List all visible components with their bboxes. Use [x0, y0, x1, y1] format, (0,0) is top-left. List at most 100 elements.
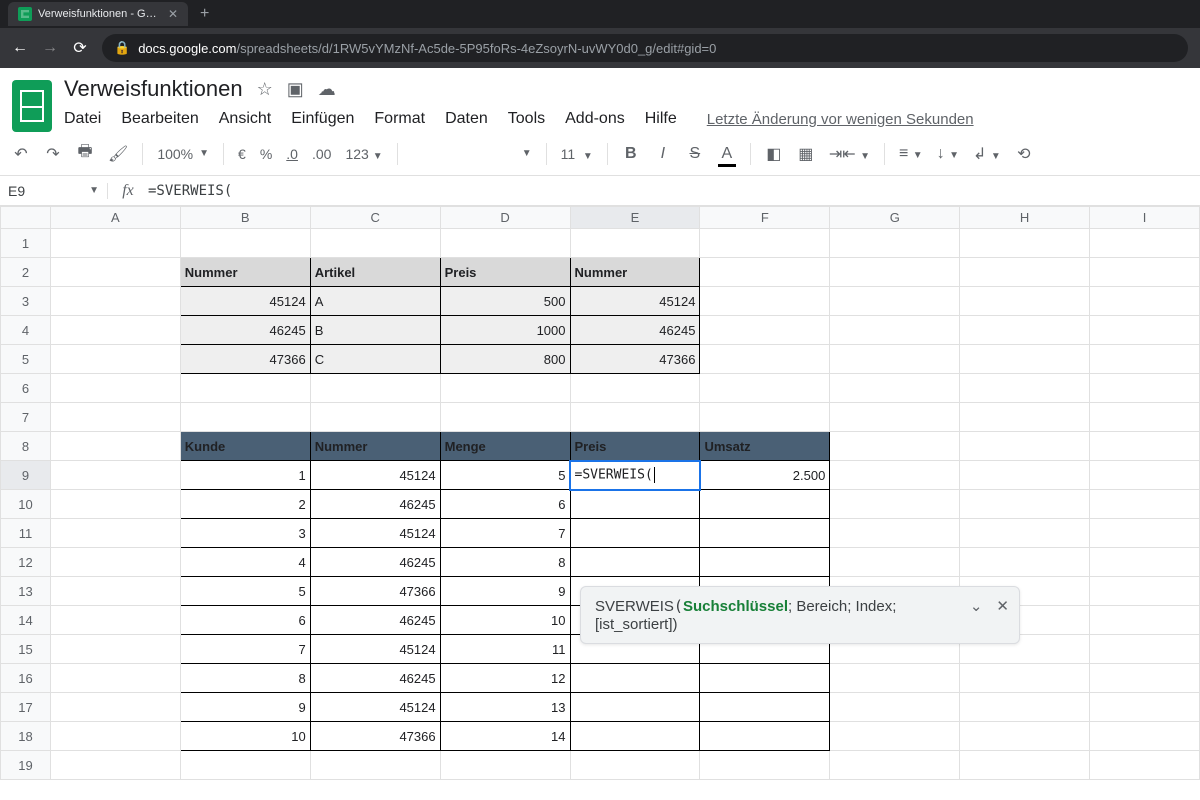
- cell-C15[interactable]: 45124: [310, 635, 440, 664]
- halign-button[interactable]: ≡ ▼: [899, 145, 923, 163]
- cell-A13[interactable]: [50, 577, 180, 606]
- font-size-input[interactable]: 11 ▼: [561, 146, 593, 162]
- cell-H19[interactable]: [960, 751, 1090, 780]
- cell-F11[interactable]: [700, 519, 830, 548]
- cell-G4[interactable]: [830, 316, 960, 345]
- row-header-14[interactable]: 14: [1, 606, 51, 635]
- cell-E11[interactable]: [570, 519, 700, 548]
- cell-A14[interactable]: [50, 606, 180, 635]
- cell-F16[interactable]: [700, 664, 830, 693]
- cell-G7[interactable]: [830, 403, 960, 432]
- cell-D5[interactable]: 800: [440, 345, 570, 374]
- cell-D8[interactable]: Menge: [440, 432, 570, 461]
- doc-title[interactable]: Verweisfunktionen: [64, 76, 243, 102]
- cell-I17[interactable]: [1090, 693, 1200, 722]
- cell-H4[interactable]: [960, 316, 1090, 345]
- row-header-7[interactable]: 7: [1, 403, 51, 432]
- cell-H10[interactable]: [960, 490, 1090, 519]
- move-icon[interactable]: ▣: [287, 79, 304, 100]
- cell-A16[interactable]: [50, 664, 180, 693]
- cloud-icon[interactable]: ☁: [318, 79, 336, 100]
- col-header-F[interactable]: F: [700, 207, 830, 229]
- cell-E17[interactable]: [570, 693, 700, 722]
- cell-C16[interactable]: 46245: [310, 664, 440, 693]
- cell-F1[interactable]: [700, 229, 830, 258]
- merge-button[interactable]: ⇥⇤ ▼: [829, 144, 870, 164]
- col-header-I[interactable]: I: [1090, 207, 1200, 229]
- spreadsheet-grid[interactable]: ABCDEFGHI12NummerArtikelPreisNummer34512…: [0, 206, 1200, 780]
- cell-A15[interactable]: [50, 635, 180, 664]
- cell-C17[interactable]: 45124: [310, 693, 440, 722]
- cell-G10[interactable]: [830, 490, 960, 519]
- cell-H9[interactable]: [960, 461, 1090, 490]
- cell-G5[interactable]: [830, 345, 960, 374]
- undo-icon[interactable]: ↶: [12, 144, 30, 164]
- cell-A8[interactable]: [50, 432, 180, 461]
- borders-button[interactable]: ▦: [797, 144, 815, 164]
- cell-B13[interactable]: 5: [180, 577, 310, 606]
- cell-D16[interactable]: 12: [440, 664, 570, 693]
- col-header-G[interactable]: G: [830, 207, 960, 229]
- last-change-link[interactable]: Letzte Änderung vor wenigen Sekunden: [707, 111, 974, 128]
- row-header-5[interactable]: 5: [1, 345, 51, 374]
- cell-G1[interactable]: [830, 229, 960, 258]
- dec-decimal-button[interactable]: .0: [286, 146, 298, 162]
- cell-D15[interactable]: 11: [440, 635, 570, 664]
- print-icon[interactable]: 🖶: [76, 140, 94, 167]
- cell-E18[interactable]: [570, 722, 700, 751]
- cell-G19[interactable]: [830, 751, 960, 780]
- row-header-9[interactable]: 9: [1, 461, 51, 490]
- close-icon[interactable]: ✕: [168, 7, 178, 21]
- cell-A10[interactable]: [50, 490, 180, 519]
- cell-C13[interactable]: 47366: [310, 577, 440, 606]
- cell-F5[interactable]: [700, 345, 830, 374]
- cell-B19[interactable]: [180, 751, 310, 780]
- cell-C10[interactable]: 46245: [310, 490, 440, 519]
- cell-C4[interactable]: B: [310, 316, 440, 345]
- cell-A7[interactable]: [50, 403, 180, 432]
- cell-D12[interactable]: 8: [440, 548, 570, 577]
- cell-E5[interactable]: 47366: [570, 345, 700, 374]
- cell-E9[interactable]: =SVERWEIS(: [570, 461, 700, 490]
- cell-I5[interactable]: [1090, 345, 1200, 374]
- cell-H2[interactable]: [960, 258, 1090, 287]
- menu-tools[interactable]: Tools: [508, 110, 545, 128]
- cell-I13[interactable]: [1090, 577, 1200, 606]
- cell-C2[interactable]: Artikel: [310, 258, 440, 287]
- col-header-E[interactable]: E: [570, 207, 700, 229]
- cell-D18[interactable]: 14: [440, 722, 570, 751]
- cell-C14[interactable]: 46245: [310, 606, 440, 635]
- cell-E1[interactable]: [570, 229, 700, 258]
- cell-G17[interactable]: [830, 693, 960, 722]
- cell-I10[interactable]: [1090, 490, 1200, 519]
- back-icon[interactable]: ←: [12, 39, 28, 57]
- menu-daten[interactable]: Daten: [445, 110, 488, 128]
- cell-B14[interactable]: 6: [180, 606, 310, 635]
- cell-I1[interactable]: [1090, 229, 1200, 258]
- cell-C3[interactable]: A: [310, 287, 440, 316]
- cell-G9[interactable]: [830, 461, 960, 490]
- cell-B8[interactable]: Kunde: [180, 432, 310, 461]
- cell-C7[interactable]: [310, 403, 440, 432]
- row-header-19[interactable]: 19: [1, 751, 51, 780]
- row-header-15[interactable]: 15: [1, 635, 51, 664]
- cell-G8[interactable]: [830, 432, 960, 461]
- cell-B16[interactable]: 8: [180, 664, 310, 693]
- cell-D14[interactable]: 10: [440, 606, 570, 635]
- redo-icon[interactable]: ↷: [44, 144, 62, 164]
- cell-E6[interactable]: [570, 374, 700, 403]
- cell-A12[interactable]: [50, 548, 180, 577]
- cell-I6[interactable]: [1090, 374, 1200, 403]
- cell-H5[interactable]: [960, 345, 1090, 374]
- row-header-2[interactable]: 2: [1, 258, 51, 287]
- currency-button[interactable]: €: [238, 146, 246, 162]
- rotate-button[interactable]: ⟲: [1015, 144, 1033, 164]
- cell-C9[interactable]: 45124: [310, 461, 440, 490]
- cell-A11[interactable]: [50, 519, 180, 548]
- cell-A19[interactable]: [50, 751, 180, 780]
- cell-B6[interactable]: [180, 374, 310, 403]
- cell-B12[interactable]: 4: [180, 548, 310, 577]
- cell-I19[interactable]: [1090, 751, 1200, 780]
- cell-G18[interactable]: [830, 722, 960, 751]
- cell-B3[interactable]: 45124: [180, 287, 310, 316]
